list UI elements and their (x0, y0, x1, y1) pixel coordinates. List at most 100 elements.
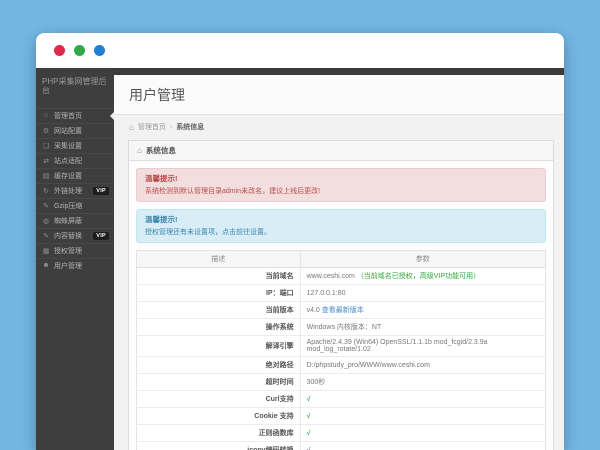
panel-body: 温馨提示! 系统检测到默认管理目录admin未改名，建议上线后更改! 温馨提示!… (129, 161, 553, 450)
sidebar-menu: ⌂ 管理首页 ⚙ 网站配置 ❏ 采集设置 ⇄ 站点适配 ▤ 缓存设置 ↻ 外链处理 VIP ✎ Gzip压缩… (36, 107, 114, 273)
row-value: D:/phpstudy_pro/WWW/www.ceshi.com (299, 356, 546, 374)
value-segment: √ (306, 446, 311, 450)
user-icon: ☻ (42, 262, 50, 270)
breadcrumb-separator: › (169, 123, 173, 131)
table-row: iconv编码转换 √ (136, 441, 546, 450)
value-segment: （当前域名已授权，高级VIP功能可用） (356, 273, 481, 280)
table-row: 超时时间 300秒 (136, 373, 546, 391)
browser-titlebar (36, 33, 564, 68)
table-row: 操作系统 Windows 内核版本：NT (136, 318, 546, 336)
vip-badge: VIP (93, 231, 109, 240)
page-title: 用户管理 (129, 87, 185, 103)
row-label: 绝对路径 (136, 356, 301, 374)
home-icon: ⌂ (129, 122, 134, 132)
refresh-icon: ↻ (43, 187, 49, 195)
value-segment: 300秒 (306, 379, 326, 386)
table-header-row: 描述 参数 (136, 250, 546, 268)
vip-badge: VIP (93, 186, 109, 195)
window-minimize-button[interactable] (74, 45, 85, 56)
alert-title: 温馨提示! (145, 174, 178, 183)
row-value: √ (299, 441, 546, 450)
sidebar-item-9[interactable]: ▦ 授权管理 (36, 242, 114, 258)
sidebar-item-label: 用户管理 (54, 262, 82, 270)
sidebar-item-4[interactable]: ▤ 缓存设置 (36, 167, 114, 183)
row-value: v4.0 查看最新版本 (299, 301, 546, 319)
column-header-parameter: 参数 (299, 250, 546, 268)
sidebar-item-2[interactable]: ❏ 采集设置 (36, 137, 114, 153)
alert-license-info: 温馨提示! 授权管理还有未设置项，点击前往设置。 (136, 209, 546, 243)
row-value: 300秒 (299, 373, 546, 391)
value-segment: Windows 内核版本：NT (306, 324, 382, 331)
globe-icon: ◍ (42, 217, 50, 225)
row-value: √ (299, 390, 546, 408)
breadcrumb-home-link[interactable]: 管理首页 (138, 122, 166, 132)
system-info-table: 描述 参数 当前域名 www.ceshi.com （当前域名已授权，高级VIP功能… (136, 250, 546, 450)
sidebar-item-3[interactable]: ⇄ 站点适配 (36, 152, 114, 168)
panel-title: 系统信息 (145, 146, 176, 155)
sidebar-item-label: 网站配置 (54, 127, 82, 135)
page-header: 用户管理 (114, 75, 564, 115)
alert-title: 温馨提示! (145, 215, 178, 224)
sidebar-item-label: Gzip压缩 (54, 202, 83, 210)
table-row: Curl支持 √ (136, 390, 546, 408)
value-segment: Apache/2.4.39 (Win64) OpenSSL/1.1.1b mod… (306, 339, 488, 353)
row-label: 超时时间 (136, 373, 301, 391)
gear-icon: ⚙ (42, 127, 50, 135)
table-row: 正则函数库 √ (136, 424, 546, 442)
value-segment: www.ceshi.com (306, 273, 357, 280)
app-brand: PHP采集网管理后台 (42, 77, 107, 95)
row-value: www.ceshi.com （当前域名已授权，高级VIP功能可用） (299, 267, 546, 285)
row-label: iconv编码转换 (136, 441, 301, 450)
sidebar-item-label: 站点适配 (54, 157, 82, 165)
column-header-description: 描述 (136, 250, 301, 268)
table-row: 解译引擎 Apache/2.4.39 (Win64) OpenSSL/1.1.1b… (136, 335, 546, 357)
home-icon: ⌂ (137, 146, 142, 155)
edit-icon: ✎ (43, 232, 49, 240)
admin-app: PHP采集网管理后台 ⌂ 管理首页 ⚙ 网站配置 ❏ 采集设置 ⇄ 站点适配 ▤ 缓存设置 ↻ 外链处… (36, 68, 564, 450)
collect-icon: ❏ (42, 142, 50, 150)
alert-admin-dir-warning: 温馨提示! 系统检测到默认管理目录admin未改名，建议上线后更改! (136, 168, 546, 202)
table-row: 绝对路径 D:/phpstudy_pro/WWW/www.ceshi.com (136, 356, 546, 374)
sidebar-item-8[interactable]: ✎ 内容替换 VIP (36, 227, 114, 243)
alert-text: 系统检测到默认管理目录admin未改名，建议上线后更改! (145, 188, 321, 195)
sidebar-item-5[interactable]: ↻ 外链处理 VIP (36, 182, 114, 198)
window-maximize-button[interactable] (94, 45, 105, 56)
panel-header: ⌂ 系统信息 (129, 141, 553, 161)
row-label: IP：端口 (136, 284, 301, 302)
breadcrumb-current: 系统信息 (176, 124, 205, 131)
shuffle-icon: ⇄ (43, 157, 49, 165)
row-value: Apache/2.4.39 (Win64) OpenSSL/1.1.1b mod… (299, 335, 546, 357)
browser-window: PHP采集网管理后台 ⌂ 管理首页 ⚙ 网站配置 ❏ 采集设置 ⇄ 站点适配 ▤ 缓存设置 ↻ 外链处… (36, 33, 564, 450)
sidebar-item-1[interactable]: ⚙ 网站配置 (36, 122, 114, 138)
table-row: 当前域名 www.ceshi.com （当前域名已授权，高级VIP功能可用） (136, 267, 546, 285)
row-label: 解译引擎 (136, 335, 301, 357)
row-label: Curl支持 (136, 390, 301, 408)
folder-icon: ▤ (42, 172, 50, 180)
value-segment: √ (306, 429, 311, 437)
breadcrumb: ⌂ 管理首页 › 系统信息 (114, 115, 564, 138)
row-label: 正则函数库 (136, 424, 301, 442)
alert-text[interactable]: 授权管理还有未设置项，点击前往设置。 (145, 227, 537, 237)
sidebar-item-7[interactable]: ◍ 蜘蛛屏蔽 (36, 212, 114, 228)
sidebar-item-label: 授权管理 (54, 247, 82, 255)
system-info-panel: ⌂ 系统信息 温馨提示! 系统检测到默认管理目录admin未改名，建议上线后更改… (128, 140, 554, 450)
sidebar-item-0[interactable]: ⌂ 管理首页 (36, 107, 114, 123)
sidebar-item-10[interactable]: ☻ 用户管理 (36, 257, 114, 273)
value-link[interactable]: 查看最新版本 (322, 307, 364, 314)
row-value: √ (299, 407, 546, 425)
home-icon: ⌂ (43, 112, 49, 120)
table-row: Cookie 支持 √ (136, 407, 546, 425)
sidebar-item-6[interactable]: ✎ Gzip压缩 (36, 197, 114, 213)
row-label: 操作系统 (136, 318, 301, 336)
sidebar-item-label: 管理首页 (54, 112, 82, 120)
sidebar-item-label: 缓存设置 (54, 172, 82, 180)
window-close-button[interactable] (54, 45, 65, 56)
table-row: 当前版本 v4.0 查看最新版本 (136, 301, 546, 319)
row-label: 当前域名 (136, 267, 301, 285)
table-row: IP：端口 127.0.0.1:80 (136, 284, 546, 302)
grid-icon: ▦ (42, 247, 50, 255)
value-segment: √ (306, 412, 311, 420)
main-content: 用户管理 ⌂ 管理首页 › 系统信息 ⌂ 系统信息 温馨提示! 系统检测到默认管… (114, 75, 564, 450)
row-label: 当前版本 (136, 301, 301, 319)
sidebar-item-label: 蜘蛛屏蔽 (54, 217, 82, 225)
